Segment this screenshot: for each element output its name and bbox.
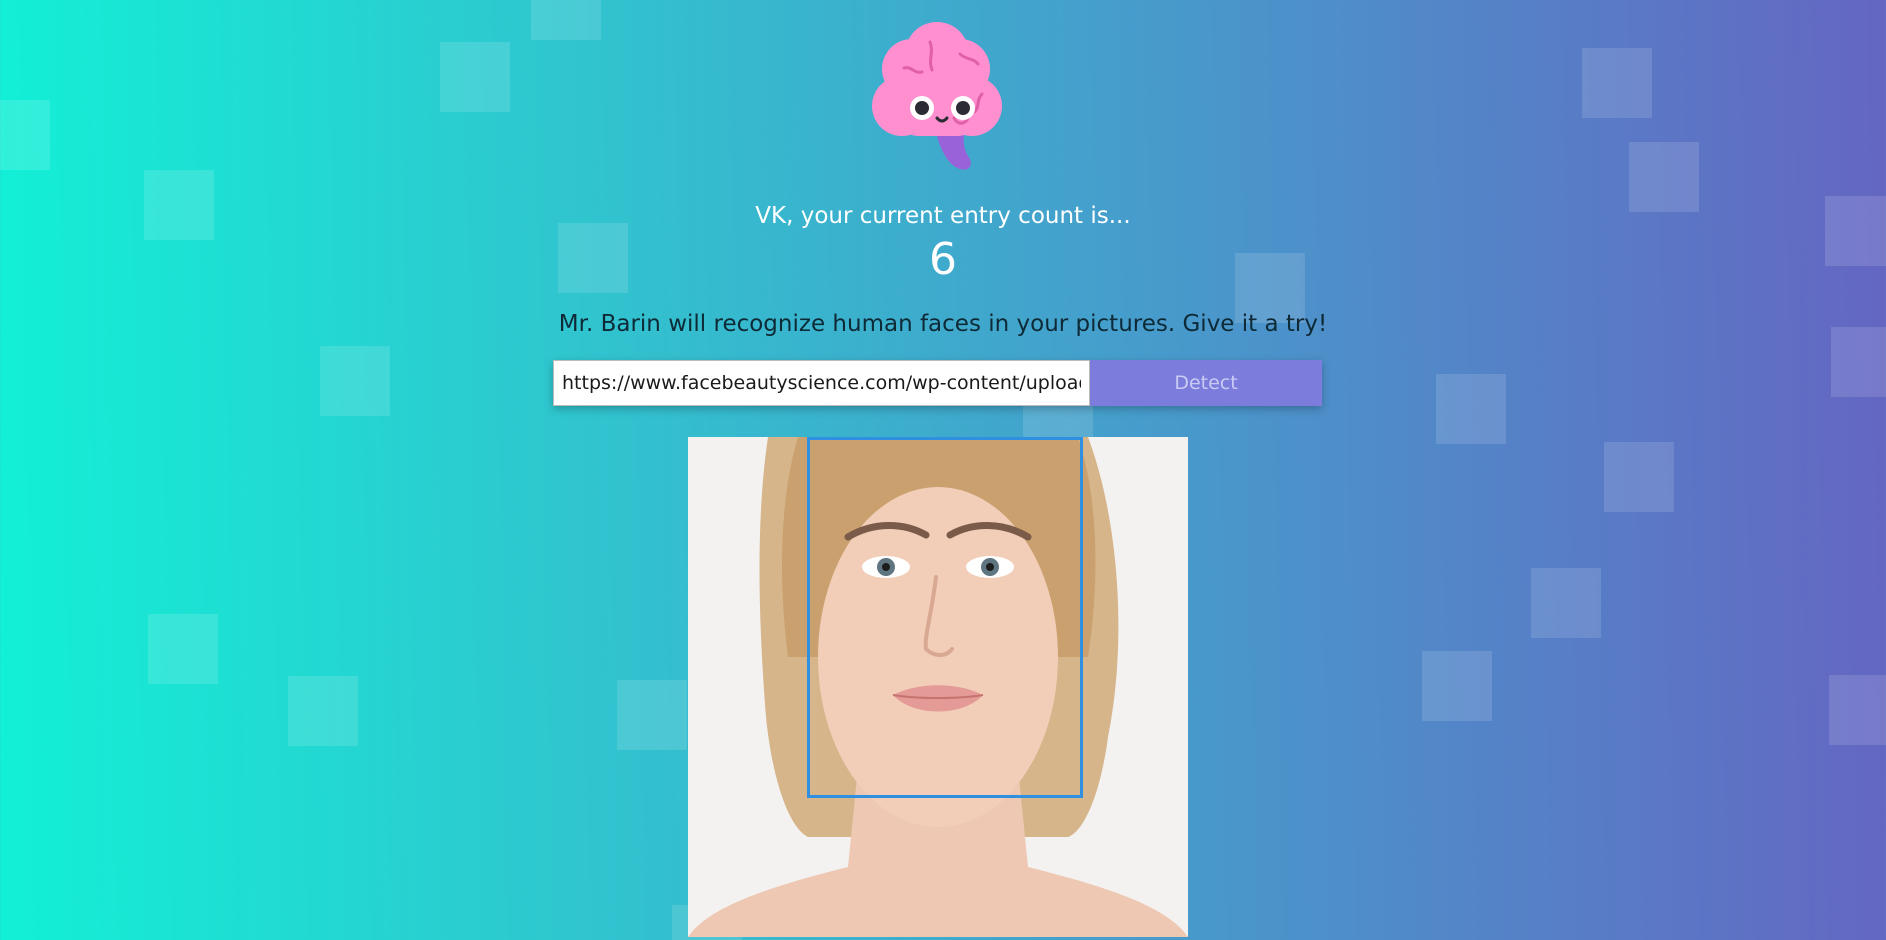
particle — [288, 676, 358, 746]
particle — [1831, 327, 1886, 397]
particle — [1422, 651, 1492, 721]
face-bounding-box — [807, 437, 1083, 798]
brain-logo-icon[interactable] — [842, 14, 1032, 174]
particle — [148, 614, 218, 684]
particle — [1531, 568, 1601, 638]
entry-count-message: VK, your current entry count is... — [755, 203, 1131, 229]
particle — [0, 100, 50, 170]
particle — [1604, 442, 1674, 512]
image-url-input[interactable] — [553, 360, 1090, 406]
app-description: Mr. Barin will recognize human faces in … — [558, 311, 1328, 337]
detect-button[interactable]: Detect — [1090, 360, 1322, 406]
particle — [1436, 374, 1506, 444]
particle — [320, 346, 390, 416]
entry-count-value: 6 — [929, 234, 957, 285]
particle — [440, 42, 510, 112]
particle — [1582, 48, 1652, 118]
particle — [617, 680, 687, 750]
particle — [1629, 142, 1699, 212]
particle — [1829, 675, 1886, 745]
particle — [531, 0, 601, 40]
image-url-form: Detect — [553, 360, 1322, 406]
